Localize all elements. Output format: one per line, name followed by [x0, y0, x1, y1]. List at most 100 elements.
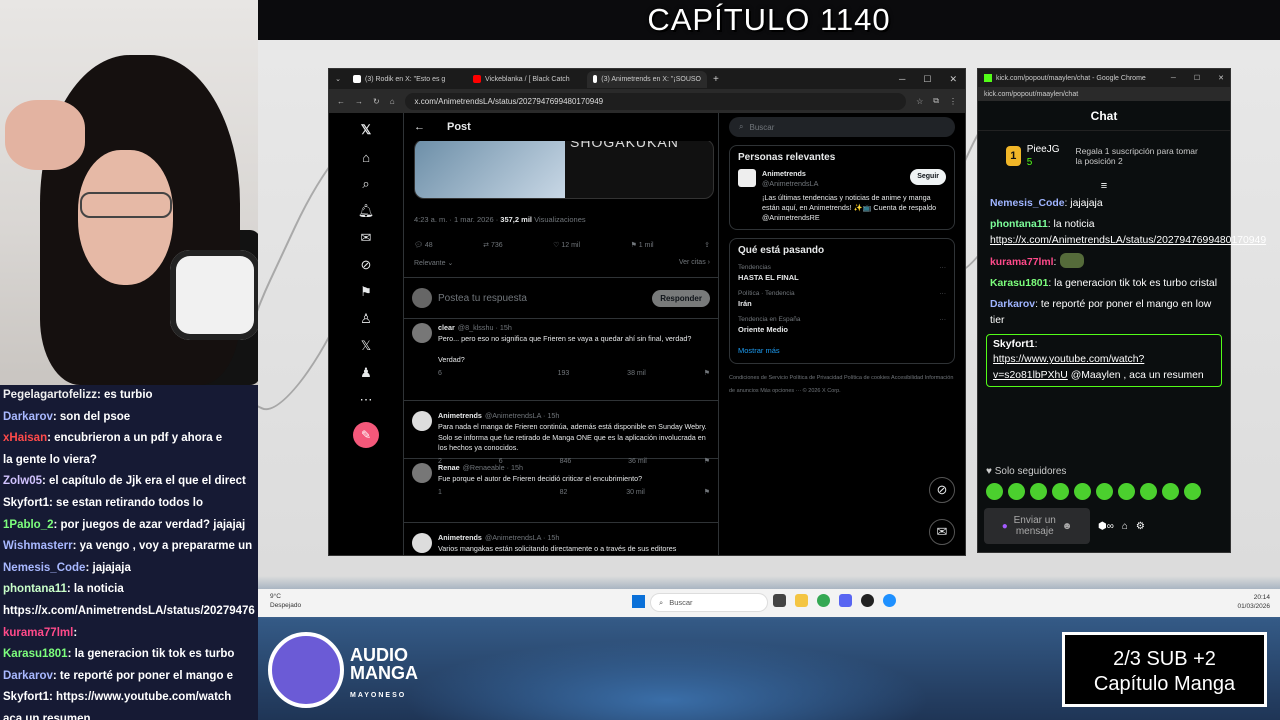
chat-username[interactable]: Nemesis_Code [3, 562, 85, 574]
post-image[interactable]: SHOGAKUKAN [414, 139, 714, 199]
bits-icon[interactable]: ⬢∞ [1098, 521, 1114, 532]
bookmark-action[interactable]: ⚑ 1 mil [631, 241, 654, 249]
show-more-link[interactable]: Mostrar más [738, 346, 946, 355]
app-icon[interactable] [883, 594, 896, 607]
trend-item[interactable]: Tendencias HASTA EL FINAL ··· [738, 264, 946, 282]
more-options-icon[interactable]: ··· [940, 264, 947, 271]
search-icon[interactable]: ⌕ [355, 175, 377, 193]
bookmark-icon[interactable]: ⚑ [704, 369, 710, 380]
tab-menu-icon[interactable]: ⌄ [329, 75, 347, 83]
repost-action[interactable]: ⇄ 736 [483, 241, 503, 249]
trend-item[interactable]: Política · Tendencia Irán ··· [738, 290, 946, 308]
task-view-icon[interactable] [773, 594, 786, 607]
messages-float-icon[interactable]: ✉ [929, 519, 955, 545]
maximize-icon[interactable]: ☐ [923, 74, 931, 85]
store-icon[interactable]: ⌂ [1122, 521, 1128, 532]
x-footer-links[interactable]: Condiciones de Servicio Política de Priv… [729, 372, 955, 398]
grok-icon[interactable]: ⊘ [355, 256, 377, 274]
weather-widget[interactable]: 9°C Despejado [270, 592, 301, 610]
premium-icon[interactable]: 𝕏 [355, 337, 377, 355]
share-icon[interactable]: ⇪ [704, 241, 710, 249]
chat-username[interactable]: phontana11 [990, 219, 1048, 230]
more-icon[interactable]: ⋯ [355, 391, 377, 409]
see-quotes-link[interactable]: Ver citas › [679, 259, 710, 267]
views-action[interactable]: 38 mil [627, 369, 646, 380]
tweet-author[interactable]: Animetrends [438, 411, 482, 420]
tab-rodik[interactable]: (3) Rodik en X: "Esto es g [347, 71, 467, 88]
reply-input[interactable]: Postea tu respuesta [438, 293, 527, 304]
grok-float-icon[interactable]: ⊘ [929, 477, 955, 503]
chat-username[interactable]: Darkarov [3, 411, 53, 423]
chat-username[interactable]: Karasu1801 [3, 648, 68, 660]
person-name[interactable]: Animetrends [762, 169, 806, 178]
avatar[interactable] [412, 323, 432, 343]
chat-username[interactable]: Skyfort1 [993, 339, 1035, 350]
notifications-icon[interactable]: 🔔︎ [355, 202, 377, 220]
tweet[interactable]: clear @8_klsshu · 15h Pero... pero eso no … [404, 319, 718, 401]
chat-username[interactable]: kurama77lml [990, 257, 1054, 268]
chat-username[interactable]: Skyfort1 [3, 497, 49, 509]
home-icon[interactable]: ⌂ [355, 148, 377, 166]
send-message-input[interactable]: ● Enviar un mensaje ☻ [984, 508, 1090, 544]
profile-icon[interactable]: ♟ [355, 364, 377, 382]
maximize-icon[interactable]: ☐ [1194, 74, 1200, 82]
tweet-author[interactable]: Animetrends [438, 533, 482, 542]
follow-button[interactable]: Seguir [910, 169, 946, 185]
star-icon[interactable]: ☆ [916, 97, 923, 106]
more-options-icon[interactable]: ··· [940, 290, 947, 297]
filter-icon[interactable]: ≡ [978, 181, 1230, 192]
chat-username[interactable]: Wishmasterr [3, 540, 73, 552]
minimize-icon[interactable]: ─ [899, 74, 905, 85]
settings-icon[interactable]: ⚙ [1136, 521, 1145, 532]
search-input[interactable]: ⌕ Buscar [729, 117, 955, 137]
reply-action[interactable]: 6 [438, 369, 442, 380]
obs-icon[interactable] [861, 594, 874, 607]
chat-username[interactable]: Pegelagartofelizz [3, 389, 97, 401]
extensions-icon[interactable]: ⧉ [933, 96, 939, 106]
chat-username[interactable]: phontana11 [3, 583, 67, 595]
chat-username[interactable]: Skyfort1 [3, 691, 49, 703]
tweet[interactable]: Renae @Renaeable · 15h Fue porque el autor… [404, 459, 718, 523]
like-action[interactable]: 193 [558, 369, 570, 380]
x-logo-icon[interactable]: 𝕏 [355, 121, 377, 139]
communities-icon[interactable]: ♙ [355, 310, 377, 328]
discord-icon[interactable] [839, 594, 852, 607]
system-tray[interactable]: 20:14 01/03/2026 [1237, 593, 1270, 611]
tab-animetrends[interactable]: (3) Animetrends en X: "¡SOUSO [587, 70, 707, 88]
back-icon[interactable]: ← [337, 97, 345, 106]
chat-username[interactable]: 1Pablo_2 [3, 519, 54, 531]
close-icon[interactable]: ✕ [1218, 74, 1224, 82]
reply-action[interactable]: 💬︎ 48 [414, 241, 433, 249]
reload-icon[interactable]: ↻ [373, 97, 380, 106]
chat-username[interactable]: Darkarov [990, 299, 1035, 310]
top-gifter-name[interactable]: PieeJG [1027, 144, 1060, 155]
gift-cta-text[interactable]: Regala 1 suscripción para tomar la posic… [1076, 146, 1203, 166]
avatar[interactable] [412, 411, 432, 431]
chrome-icon[interactable] [817, 594, 830, 607]
animetrends-avatar[interactable] [738, 169, 756, 187]
emote-quickbar[interactable] [986, 483, 1201, 500]
tab-vickeblanka[interactable]: Vickeblanka / [ Black Catch [467, 71, 587, 88]
explorer-icon[interactable] [795, 594, 808, 607]
back-arrow-icon[interactable]: ← [414, 121, 425, 133]
like-action[interactable]: 82 [560, 488, 568, 499]
reply-action[interactable]: 1 [438, 488, 442, 499]
tweet-author[interactable]: clear [438, 323, 455, 332]
reply-button[interactable]: Responder [652, 289, 710, 307]
chat-link[interactable]: https://x.com/AnimetrendsLA/status/20279… [990, 235, 1266, 246]
post-button[interactable]: ✎ [353, 422, 379, 448]
chat-username[interactable]: Darkarov [3, 670, 53, 682]
trend-item[interactable]: Tendencia en España Oriente Medio ··· [738, 316, 946, 334]
minimize-icon[interactable]: ─ [1171, 75, 1176, 82]
chat-username[interactable]: Karasu1801 [990, 278, 1048, 289]
forward-icon[interactable]: → [355, 97, 363, 106]
menu-icon[interactable]: ⋮ [949, 97, 957, 106]
url-input[interactable]: x.com/AnimetrendsLA/status/2027947699480… [404, 92, 907, 110]
messages-icon[interactable]: ✉ [355, 229, 377, 247]
tweet-author[interactable]: Renae [438, 463, 460, 472]
new-tab-button[interactable]: + [713, 74, 719, 85]
tweet[interactable]: Animetrends @AnimetrendsLA · 15h Varios ma… [404, 529, 718, 555]
tweet[interactable]: Animetrends @AnimetrendsLA · 15h Para nada… [404, 407, 718, 465]
home-icon[interactable]: ⌂ [390, 97, 395, 106]
start-icon[interactable] [632, 595, 645, 608]
